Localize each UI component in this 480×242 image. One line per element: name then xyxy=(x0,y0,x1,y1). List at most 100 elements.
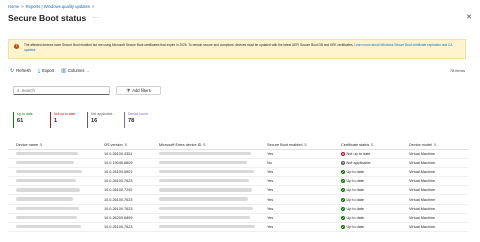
stat-value: 1 xyxy=(54,118,58,124)
columns-label: Columns xyxy=(67,68,85,73)
warning-banner: ! The affected devices have Secure Boot … xyxy=(8,39,466,59)
device-name-cell xyxy=(8,206,104,211)
column-header-label: Secure Boot enabled xyxy=(267,142,303,147)
redacted-device-name xyxy=(16,224,81,228)
redacted-device-id xyxy=(159,197,248,201)
device-name-cell xyxy=(8,215,104,220)
redacted-device-id xyxy=(159,188,252,192)
column-header-label: Microsoft Entra device ID xyxy=(159,142,202,147)
entra-device-id-cell xyxy=(159,197,267,201)
device-model-cell: Virtual Machine xyxy=(409,197,436,202)
os-version-cell: 10.0.26200.6899 xyxy=(104,215,133,220)
entra-device-id-cell xyxy=(159,215,267,220)
download-icon: ⤓ xyxy=(37,67,41,74)
entra-device-id-cell xyxy=(159,151,267,156)
check-circle-icon: ✓ xyxy=(341,188,345,193)
column-header-label: Certificate status xyxy=(341,142,370,147)
redacted-device-name xyxy=(16,161,74,165)
check-circle-icon: ✓ xyxy=(341,224,345,229)
chevron-down-icon: ⌄ xyxy=(86,68,90,73)
export-label: Export xyxy=(42,68,55,73)
question-circle-icon: ? xyxy=(341,161,345,166)
certificate-status-cell: ✓ Up to date xyxy=(341,197,409,202)
table-row[interactable]: 10.0.26100.7623 Yes ✓ Up to date Virtual Mac… xyxy=(8,205,468,214)
device-model-cell: Virtual Machine xyxy=(409,170,436,175)
close-icon[interactable]: ✕ xyxy=(466,13,472,21)
certificate-status-label: Up to date xyxy=(346,188,365,193)
column-header-certificate-status[interactable]: Certificate status ⇅ xyxy=(341,143,409,147)
columns-icon: ▥ xyxy=(61,67,66,74)
device-name-cell xyxy=(8,161,104,165)
sort-icon: ⇅ xyxy=(39,142,43,147)
breadcrumb-reports-link[interactable]: Reports | Windows quality updates xyxy=(26,3,90,10)
column-header-label: OS version xyxy=(104,142,123,147)
column-header-secure-boot[interactable]: Secure Boot enabled ⇅ xyxy=(267,143,341,147)
columns-button[interactable]: ▥ Columns ⌄ xyxy=(61,68,89,74)
redacted-device-name xyxy=(16,206,79,210)
redacted-device-id xyxy=(159,224,255,228)
certificate-status-cell: ? Not applicable xyxy=(341,161,409,166)
column-header-os-version[interactable]: OS version ⇅ xyxy=(104,143,159,147)
search-icon: ⌕ xyxy=(17,88,20,93)
more-options-icon[interactable]: ··· xyxy=(92,15,100,21)
sort-icon: ⇅ xyxy=(303,142,307,147)
table-row[interactable]: 10.0.26100.4351 Yes ✕ Not up to date Virtual… xyxy=(8,150,468,160)
redacted-device-name xyxy=(16,188,80,192)
device-model-cell: Virtual Machine xyxy=(409,152,436,157)
warning-icon: ! xyxy=(14,43,19,49)
stat-value: 16 xyxy=(91,118,98,124)
table-row[interactable]: 10.0.19045.6809 No? Not applicable Virtual … xyxy=(8,159,468,169)
secure-boot-cell: Yes xyxy=(267,170,274,175)
check-circle-icon: ✓ xyxy=(341,197,345,202)
banner-text: The affected devices have Secure Boot en… xyxy=(24,43,354,47)
column-header-entra-device-id[interactable]: Microsoft Entra device ID ⇅ xyxy=(159,143,267,147)
stat-device-count: Device count 78 xyxy=(124,112,158,128)
title-row: Secure Boot status ··· xyxy=(8,11,100,24)
device-name-cell xyxy=(8,170,104,174)
sort-icon: ⇅ xyxy=(433,142,437,147)
table-row[interactable]: 10.0.26200.6899 Yes ✓ Up to date Virtual Mac… xyxy=(8,214,468,223)
sort-icon: ⇅ xyxy=(124,142,128,147)
table-row[interactable]: 10.0.26100.7292 Yes ✓ Up to date Virtual Mac… xyxy=(8,186,468,196)
stat-not-up-to-date: Not up to date 1 xyxy=(50,112,84,128)
table-header: Device name ⇅ OS version ⇅ Microsoft Entra… xyxy=(8,140,468,150)
os-version-cell: 10.0.26100.7292 xyxy=(104,188,133,193)
entra-device-id-cell xyxy=(159,224,267,229)
export-button[interactable]: ⤓ Export xyxy=(38,68,54,74)
breadcrumb-home-link[interactable]: Home xyxy=(8,3,19,10)
filter-icon: ⧩ xyxy=(126,88,131,93)
refresh-button[interactable]: ↻ Refresh xyxy=(10,68,31,74)
column-header-device-model[interactable]: Device model ⇅ xyxy=(409,143,468,147)
device-model-cell: Virtual Machine xyxy=(409,215,436,220)
table-row[interactable]: 10.0.26100.6901 Yes ✓ Up to date Virtual Mac… xyxy=(8,168,468,178)
check-circle-icon: ✓ xyxy=(341,179,345,184)
os-version-cell: 10.0.26100.7623 xyxy=(104,224,133,229)
table-row[interactable]: 10.0.26100.7623 Yes ✓ Up to date Virtual Mac… xyxy=(8,177,468,187)
certificate-status-label: Not applicable xyxy=(346,161,371,166)
search-input[interactable]: ⌕ Search xyxy=(13,86,110,95)
add-filters-button[interactable]: ⧩ Add filters xyxy=(116,86,161,95)
secure-boot-cell: Yes xyxy=(267,224,274,229)
table-row[interactable]: 10.0.26100.7623 Yes ✓ Up to date Virtual Mac… xyxy=(8,195,468,205)
sort-icon: ⇅ xyxy=(202,142,206,147)
column-header-device-name[interactable]: Device name ⇅ xyxy=(8,143,104,147)
os-version-cell: 10.0.26100.7623 xyxy=(104,197,133,202)
redacted-device-name xyxy=(16,170,82,174)
stat-value: 61 xyxy=(17,118,24,124)
stat-not-applicable: Not applicable 16 xyxy=(87,112,121,128)
sort-icon: ⇅ xyxy=(370,142,374,147)
redacted-device-name xyxy=(16,179,76,183)
table-row[interactable]: 10.0.26100.7623 Yes ✓ Up to date Virtual Mac… xyxy=(8,223,468,232)
redacted-device-id xyxy=(159,161,247,165)
device-model-cell: Virtual Machine xyxy=(409,161,436,166)
certificate-status-cell: ✓ Up to date xyxy=(341,224,409,229)
certificate-status-cell: ✓ Up to date xyxy=(341,188,409,193)
breadcrumb-separator: > xyxy=(92,4,95,9)
entra-device-id-cell xyxy=(159,206,267,211)
device-model-cell: Virtual Machine xyxy=(409,179,436,184)
redacted-device-name xyxy=(16,197,73,201)
breadcrumb: Home > Reports | Windows quality updates… xyxy=(8,3,94,10)
secure-boot-cell: Yes xyxy=(267,215,274,220)
device-name-cell xyxy=(8,188,104,192)
redacted-device-name xyxy=(16,151,78,156)
